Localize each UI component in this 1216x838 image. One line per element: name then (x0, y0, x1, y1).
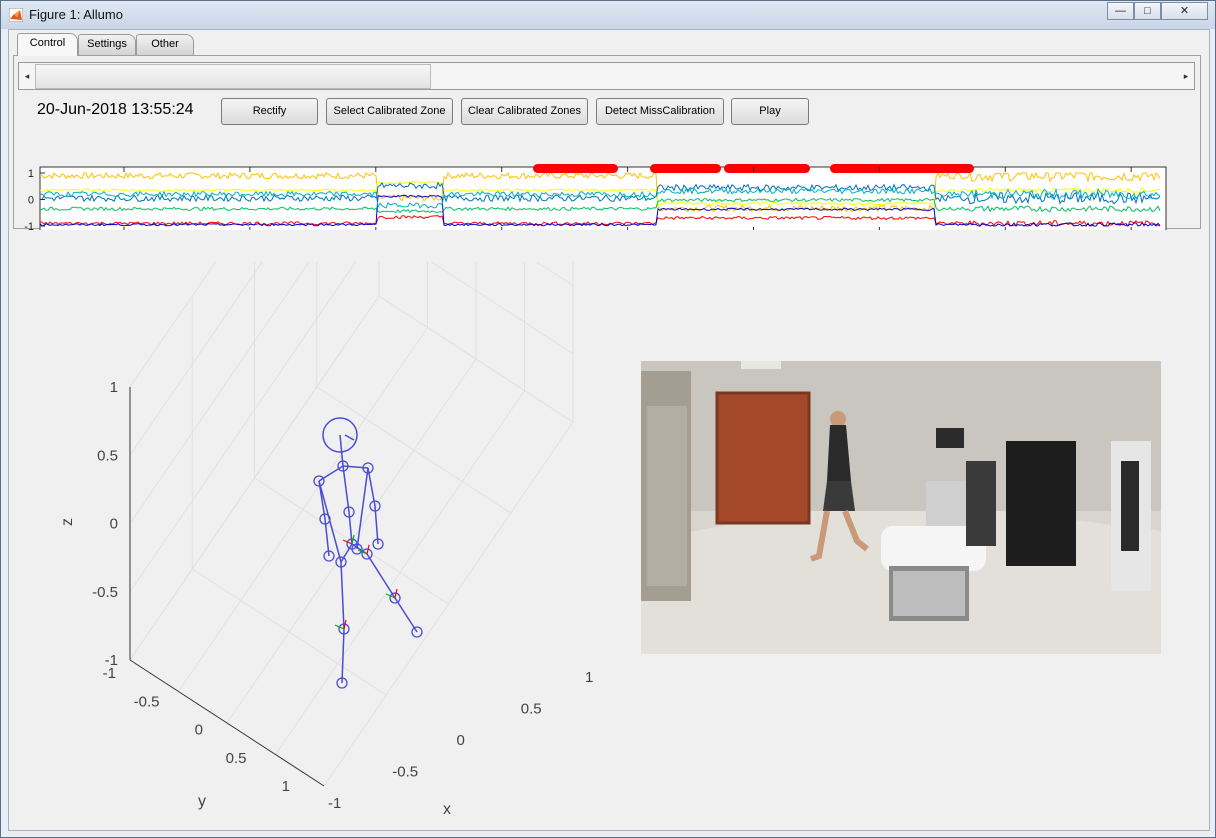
y-axis-label: y (198, 793, 206, 810)
grid-line (323, 421, 574, 787)
skeleton-bone (394, 597, 418, 633)
play-button[interactable]: Play (731, 98, 809, 125)
select-calibrated-zone-button[interactable]: Select Calibrated Zone (326, 98, 453, 125)
axis-tick-label: 0 (195, 722, 203, 739)
grid-line (275, 390, 525, 755)
video-frame (641, 361, 1161, 654)
matlab-icon (9, 8, 23, 22)
axis-tick-label: 1 (282, 778, 290, 795)
detect-miscalibration-button[interactable]: Detect MissCalibration (596, 98, 724, 125)
axis-tick-label: -0.5 (134, 693, 160, 710)
axis-line (129, 659, 325, 787)
skeleton-bone (340, 543, 353, 563)
skeleton-bone (367, 467, 376, 507)
y-tick-label: 0 (28, 195, 34, 207)
axis-tick-label: 1 (585, 669, 593, 686)
x-axis-label: x (443, 801, 451, 818)
close-button[interactable]: ✕ (1161, 2, 1208, 20)
grid-line (316, 386, 512, 514)
axis-tick-label: -1 (328, 795, 341, 812)
axis-tick-label: 1 (110, 379, 118, 396)
control-tab-panel: ◂ ▸ 20-Jun-2018 13:55:24 Rectify Select … (13, 55, 1201, 230)
slider-left-arrow-icon[interactable]: ◂ (19, 63, 35, 89)
y-tick-label: -1 (24, 221, 34, 230)
skeleton-bone (342, 465, 369, 469)
skeleton-bone (342, 465, 350, 513)
skeleton-bone (374, 505, 379, 545)
axis-tick-label: -1 (103, 665, 116, 682)
skeleton-bone (340, 561, 345, 630)
calibrated-zone-marker[interactable] (830, 164, 974, 173)
clear-calibrated-zones-button[interactable]: Clear Calibrated Zones (461, 98, 588, 125)
skeleton-3d-plot[interactable]: -1-0.500.51-1-0.500.51-1-0.500.51 x y z (9, 262, 629, 832)
calibrated-zone-marker[interactable] (724, 164, 810, 173)
minimize-button[interactable]: — (1107, 2, 1134, 20)
axis-tick-label: -0.5 (392, 764, 418, 781)
cabinet (1006, 441, 1076, 566)
slider-track[interactable] (35, 63, 1178, 89)
skeleton-bone (341, 628, 345, 684)
signal-plot[interactable]: 10-1 13:53:2313:54:1313:55:0313:55:5313:… (14, 126, 1200, 230)
skeleton-figure (313, 417, 423, 689)
axis-tick-label: 0 (457, 732, 465, 749)
figure-window: Figure 1: Allumo — □ ✕ Control Settings … (0, 0, 1216, 838)
axis-tick-label: 0.5 (226, 750, 247, 767)
window-title: Figure 1: Allumo (29, 7, 123, 22)
plot-3d-grid (129, 262, 574, 787)
current-timestamp: 20-Jun-2018 13:55:24 (37, 101, 194, 118)
video-frame-image (641, 361, 1161, 654)
calibrated-zone-marker[interactable] (650, 164, 721, 173)
slider-thumb[interactable] (35, 64, 431, 89)
y-tick-label: 1 (28, 168, 34, 180)
rectify-button[interactable]: Rectify (221, 98, 318, 125)
calibrated-zone-marker[interactable] (533, 164, 618, 173)
axis-tick-label: -0.5 (92, 584, 118, 601)
door (717, 393, 809, 523)
slider-right-arrow-icon[interactable]: ▸ (1178, 63, 1194, 89)
tab-control[interactable]: Control (17, 33, 78, 56)
time-slider[interactable]: ◂ ▸ (18, 62, 1195, 90)
axis-tick-label: 0.5 (97, 447, 118, 464)
axis-tick-label: 0.5 (521, 701, 542, 718)
title-bar[interactable]: Figure 1: Allumo — □ ✕ (1, 1, 1215, 29)
tab-other[interactable]: Other (136, 34, 194, 55)
skeleton-bone (356, 467, 369, 550)
tab-settings[interactable]: Settings (78, 34, 136, 55)
axis-tick-label: 0 (110, 516, 118, 533)
figure-client-area: Control Settings Other ◂ ▸ 20-Jun-2018 1… (8, 29, 1210, 831)
z-axis-label: z (59, 518, 76, 526)
maximize-button[interactable]: □ (1134, 2, 1161, 20)
